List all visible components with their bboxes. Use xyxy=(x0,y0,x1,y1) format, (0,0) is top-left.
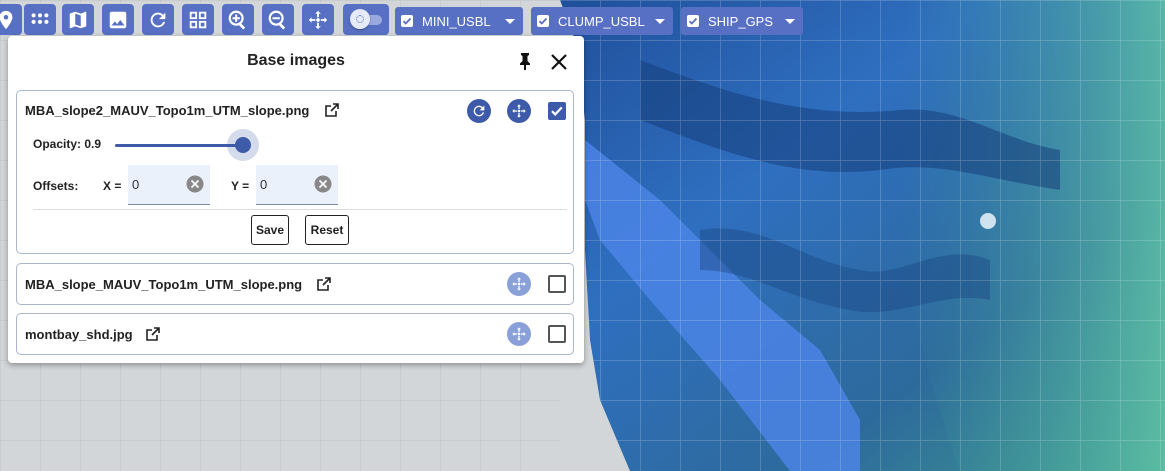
move-icon xyxy=(512,327,526,341)
y-offset-label: Y = xyxy=(231,179,250,193)
overlay-toggle[interactable] xyxy=(343,4,389,35)
refresh-image-button[interactable] xyxy=(467,99,491,123)
base-image-card: montbay_shd.jpg xyxy=(16,313,574,355)
save-button[interactable]: Save xyxy=(251,215,289,245)
base-image-card: MBA_slope_MAUV_Topo1m_UTM_slope.png xyxy=(16,263,574,305)
image-visible-checkbox[interactable] xyxy=(548,275,566,293)
offsets-label: Offsets: xyxy=(33,179,79,193)
apps-grid-icon xyxy=(31,12,49,24)
open-in-new-icon[interactable] xyxy=(325,103,339,117)
base-image-name: MBA_slope_MAUV_Topo1m_UTM_slope.png xyxy=(25,277,303,292)
layer-chip-clump-usbl[interactable]: CLUMP_USBL xyxy=(531,7,673,35)
layer-chip-mini-usbl[interactable]: MINI_USBL xyxy=(395,7,523,35)
clear-icon[interactable] xyxy=(314,175,332,193)
pin-icon[interactable] xyxy=(518,52,532,70)
chevron-down-icon[interactable] xyxy=(505,18,515,24)
map-button[interactable] xyxy=(62,4,94,35)
chevron-down-icon[interactable] xyxy=(655,18,665,24)
apps-button[interactable] xyxy=(24,4,56,35)
image-visible-checkbox[interactable] xyxy=(548,102,566,120)
open-in-new-icon[interactable] xyxy=(146,327,160,341)
toggle-knob-icon xyxy=(350,9,370,29)
checkbox-checked-icon[interactable] xyxy=(537,15,549,27)
image-icon xyxy=(109,11,127,28)
open-in-new-icon[interactable] xyxy=(317,277,331,291)
zoom-in-button[interactable] xyxy=(222,4,254,35)
x-offset-field[interactable]: 0 xyxy=(128,165,210,205)
map-toolbar: MINI_USBL CLUMP_USBL SHIP_GPS xyxy=(0,2,1165,35)
chevron-down-icon[interactable] xyxy=(785,18,795,24)
zoom-out-icon xyxy=(268,10,286,30)
clear-icon[interactable] xyxy=(186,175,204,193)
y-offset-value: 0 xyxy=(260,177,268,192)
move-icon xyxy=(512,277,526,291)
image-visible-checkbox[interactable] xyxy=(548,325,566,343)
close-icon[interactable] xyxy=(549,52,569,72)
x-offset-value: 0 xyxy=(132,177,140,192)
move-button[interactable] xyxy=(302,4,334,35)
check-icon xyxy=(551,106,563,116)
map-icon xyxy=(69,11,87,28)
base-image-card: MBA_slope2_MAUV_Topo1m_UTM_slope.png Opa… xyxy=(16,90,574,254)
panel-title: Base images xyxy=(247,52,345,69)
image-button[interactable] xyxy=(102,4,134,35)
base-image-name: montbay_shd.jpg xyxy=(25,327,133,342)
layer-chip-ship-gps[interactable]: SHIP_GPS xyxy=(681,7,803,35)
reset-button[interactable]: Reset xyxy=(305,215,349,245)
opacity-label: Opacity: 0.9 xyxy=(33,137,102,151)
checkbox-checked-icon[interactable] xyxy=(401,15,413,27)
map-marker-button[interactable] xyxy=(0,4,22,35)
move-image-button[interactable] xyxy=(507,99,531,123)
opacity-slider-thumb[interactable] xyxy=(235,137,251,153)
move-icon xyxy=(308,10,328,29)
zoom-out-button[interactable] xyxy=(262,4,294,35)
refresh-button[interactable] xyxy=(142,4,174,35)
layer-chip-label: SHIP_GPS xyxy=(708,13,774,29)
layer-chip-label: MINI_USBL xyxy=(422,13,491,29)
checkbox-checked-icon[interactable] xyxy=(687,15,699,27)
move-image-button[interactable] xyxy=(507,272,531,296)
dashboard-button[interactable] xyxy=(182,4,214,35)
base-image-name: MBA_slope2_MAUV_Topo1m_UTM_slope.png xyxy=(25,103,310,118)
map-marker-icon xyxy=(0,10,13,29)
layer-chip-label: CLUMP_USBL xyxy=(558,13,645,29)
move-icon xyxy=(512,104,526,118)
divider xyxy=(33,209,567,210)
base-images-panel: Base images MBA_slope2_MAUV_Topo1m_UTM_s… xyxy=(8,36,584,363)
x-offset-label: X = xyxy=(103,179,122,193)
y-offset-field[interactable]: 0 xyxy=(256,165,338,205)
move-image-button[interactable] xyxy=(507,322,531,346)
dashboard-icon xyxy=(189,11,207,28)
refresh-icon xyxy=(473,105,485,117)
zoom-in-icon xyxy=(228,10,246,30)
refresh-icon xyxy=(150,12,166,27)
